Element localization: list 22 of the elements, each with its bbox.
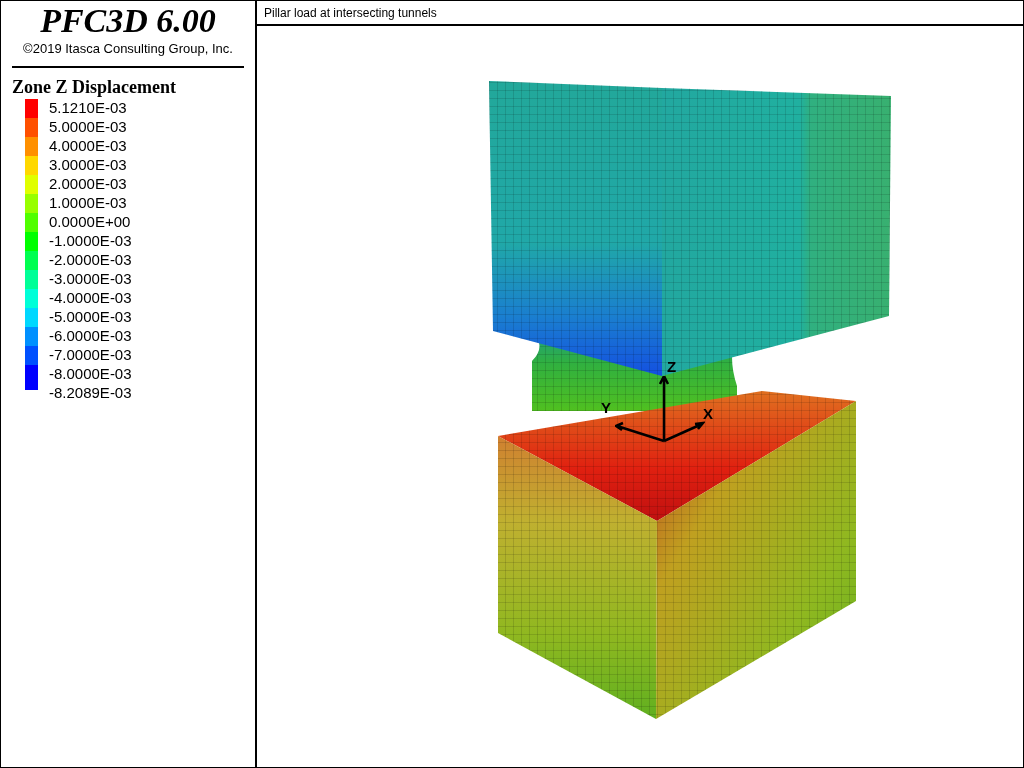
legend-label: -1.0000E-03 <box>49 231 132 250</box>
legend-label: -4.0000E-03 <box>49 288 132 307</box>
legend-label: 5.1210E-03 <box>49 98 128 117</box>
product-title: PFC3D 6.00 <box>39 2 217 40</box>
legend-label: -8.0000E-03 <box>49 364 132 383</box>
legend-title: Zone Z Displacement <box>12 76 177 98</box>
legend-label: 2.0000E-03 <box>49 174 128 193</box>
legend-label: -2.0000E-03 <box>49 250 132 269</box>
legend-label: -5.0000E-03 <box>49 307 132 326</box>
legend-label: -3.0000E-03 <box>49 269 132 288</box>
legend-label: -6.0000E-03 <box>49 326 132 345</box>
axis-label: X <box>703 406 713 421</box>
copyright-text: ©2019 Itasca Consulting Group, Inc. <box>22 40 234 57</box>
legend-label: 4.0000E-03 <box>49 136 128 155</box>
legend-label: 5.0000E-03 <box>49 117 128 136</box>
legend-label: 0.0000E+00 <box>49 212 132 231</box>
axis-label: Z <box>667 359 677 374</box>
plot-title: Pillar load at intersecting tunnels <box>264 4 437 22</box>
legend-label: -8.2089E-03 <box>49 383 132 402</box>
legend-label: 1.0000E-03 <box>49 193 128 212</box>
legend-label: 3.0000E-03 <box>49 155 128 174</box>
legend-label: -7.0000E-03 <box>49 345 132 364</box>
